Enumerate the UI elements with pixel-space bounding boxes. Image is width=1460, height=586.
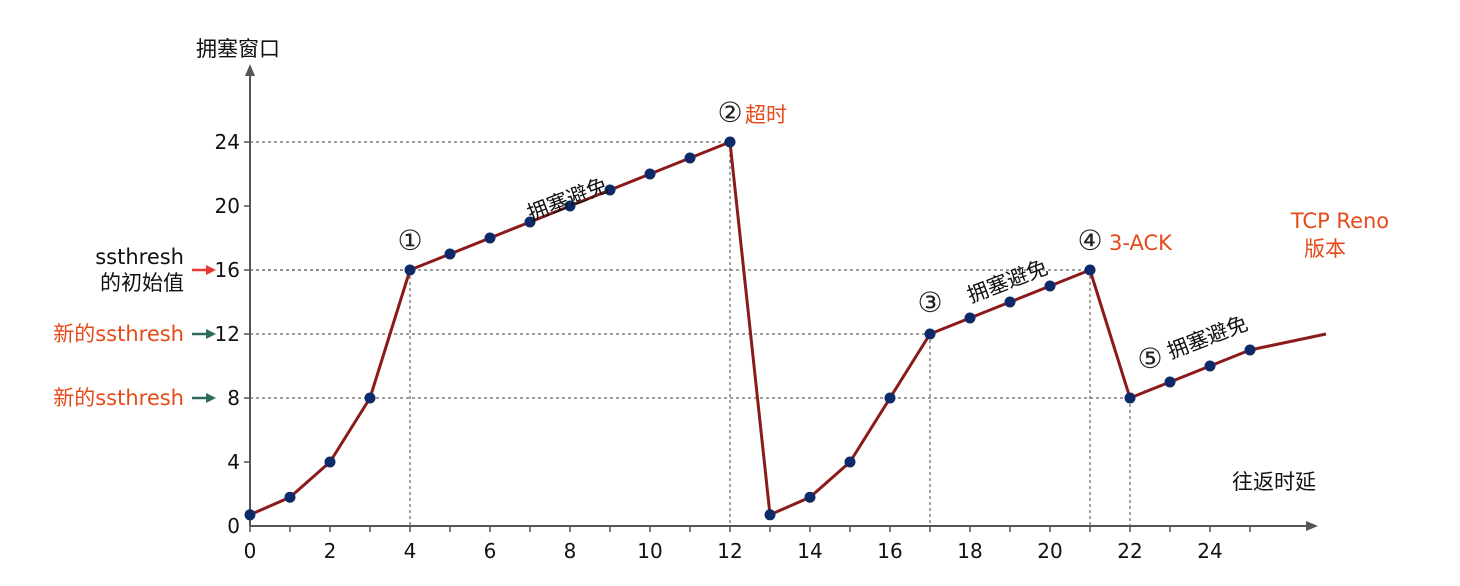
data-point bbox=[1244, 344, 1256, 356]
y-tick-label: 24 bbox=[215, 130, 240, 154]
data-point bbox=[884, 392, 896, 404]
data-point bbox=[644, 168, 656, 180]
congestion-window-chart: 0 2 4 6 8 10 12 14 16 18 20 22 2404812162024 ①② 超时③④ 3… bbox=[53, 37, 1389, 563]
y-axis-label: 拥塞窗口 bbox=[196, 37, 280, 61]
data-point bbox=[1084, 264, 1096, 276]
y-tick-label: 20 bbox=[215, 194, 240, 218]
data-point bbox=[1044, 280, 1056, 292]
annotation-label: TCP Reno bbox=[1290, 209, 1389, 233]
y-tick-label: 4 bbox=[227, 450, 240, 474]
y-tick-label: 8 bbox=[227, 386, 240, 410]
ssthresh-arrow-head bbox=[206, 393, 216, 403]
series-line bbox=[249, 140, 1327, 517]
data-point bbox=[964, 312, 976, 324]
annotation-label: ① bbox=[397, 224, 422, 257]
x-tick-label: 8 bbox=[564, 539, 577, 563]
annotation-label: ④ bbox=[1077, 224, 1102, 257]
annotation-label: 拥塞避免 bbox=[524, 173, 611, 226]
ssthresh-label: ssthresh bbox=[95, 245, 184, 269]
axes bbox=[245, 64, 1318, 531]
data-point bbox=[1204, 360, 1216, 372]
data-point bbox=[364, 392, 376, 404]
y-axis-arrow bbox=[245, 64, 255, 76]
annotation-label: ⑤ bbox=[1137, 342, 1162, 375]
annotation-label: 3-ACK bbox=[1109, 231, 1173, 255]
x-tick-label: 12 bbox=[717, 539, 742, 563]
guide-lines bbox=[250, 141, 1131, 526]
y-tick-label: 0 bbox=[227, 514, 240, 538]
data-point bbox=[804, 491, 816, 503]
data-point bbox=[404, 264, 416, 276]
x-tick-label: 14 bbox=[797, 539, 822, 563]
annotations: ①② 超时③④ 3-ACK⑤拥塞避免拥塞避免拥塞避免TCP Reno版本 bbox=[397, 96, 1389, 375]
annotation-label: ③ bbox=[917, 286, 942, 319]
x-axis-arrow bbox=[1306, 521, 1318, 531]
data-point bbox=[1164, 376, 1176, 388]
x-tick-label: 2 bbox=[324, 539, 337, 563]
data-point bbox=[724, 136, 736, 148]
x-axis-label: 往返时延 bbox=[1232, 470, 1316, 494]
data-point bbox=[1124, 392, 1136, 404]
x-tick-label: 20 bbox=[1037, 539, 1062, 563]
data-point bbox=[284, 491, 296, 503]
x-tick-label: 4 bbox=[404, 539, 417, 563]
data-point bbox=[244, 509, 256, 521]
series-group bbox=[244, 136, 1327, 521]
ssthresh-label: 的初始值 bbox=[100, 271, 184, 295]
data-point bbox=[484, 232, 496, 244]
x-tick-label: 24 bbox=[1197, 539, 1222, 563]
x-tick-label: 16 bbox=[877, 539, 902, 563]
annotation-label: 超时 bbox=[745, 103, 787, 127]
data-point bbox=[444, 248, 456, 260]
y-tick-label: 12 bbox=[215, 322, 240, 346]
annotation-label: 版本 bbox=[1304, 237, 1346, 261]
ssthresh-label: 新的ssthresh bbox=[53, 386, 184, 410]
data-point bbox=[924, 328, 936, 340]
annotation-label: ② bbox=[717, 96, 742, 129]
data-point bbox=[844, 456, 856, 468]
x-tick-label: 22 bbox=[1117, 539, 1142, 563]
x-tick-label: 6 bbox=[484, 539, 497, 563]
left-labels: ssthresh的初始值新的ssthresh 新的ssthresh bbox=[53, 245, 216, 410]
data-point bbox=[764, 509, 776, 521]
x-tick-label: 10 bbox=[637, 539, 662, 563]
ssthresh-label: 新的ssthresh bbox=[53, 322, 184, 346]
data-point bbox=[324, 456, 336, 468]
data-point bbox=[684, 152, 696, 164]
x-tick-label: 0 bbox=[244, 539, 257, 563]
data-point bbox=[1004, 296, 1016, 308]
tick-labels: 0 2 4 6 8 10 12 14 16 18 20 22 2404812162024 bbox=[215, 130, 1251, 563]
x-tick-label: 18 bbox=[957, 539, 982, 563]
y-tick-label: 16 bbox=[215, 258, 240, 282]
